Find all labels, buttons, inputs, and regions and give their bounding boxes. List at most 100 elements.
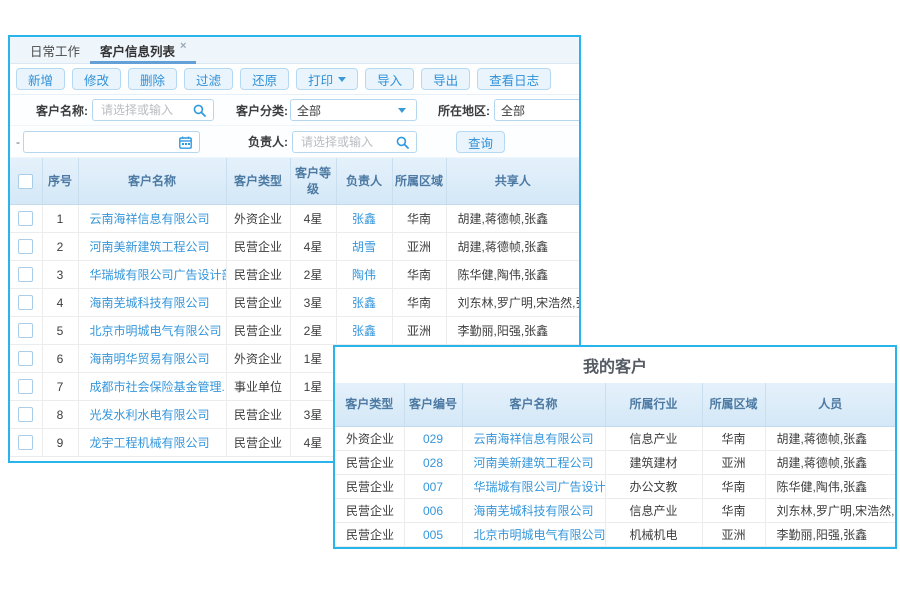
add-button[interactable]: 新增 [16,68,65,90]
cell-type: 外资企业 [335,427,404,451]
customer-code-link[interactable]: 029 [423,432,443,446]
edit-button[interactable]: 修改 [72,68,121,90]
owner-link[interactable]: 胡雪 [352,240,376,254]
cell-no: 3 [42,261,78,289]
customer-name-link[interactable]: 成都市社会保险基金管理... [90,380,227,394]
cell-region: 亚洲 [392,233,446,261]
customer-name-link[interactable]: 河南美新建筑工程公司 [474,456,594,470]
row-checkbox[interactable] [18,379,33,394]
cell-industry: 办公文教 [605,475,702,499]
my-customers-table: 客户类型 客户编号 客户名称 所属行业 所属区域 人员 外资企业 029 云南海… [335,383,895,547]
tab-daily-work[interactable]: 日常工作 [20,37,90,63]
owner-link[interactable]: 张鑫 [352,324,376,338]
customer-code-link[interactable]: 006 [423,504,443,518]
filter-row-2: - 负责人: 查询 [10,126,579,158]
header-customer-level: 客户等级 [290,158,336,205]
cell-region: 华南 [702,475,765,499]
query-button[interactable]: 查询 [456,131,505,153]
district-value: 全部 [501,102,579,119]
table-row: 2 河南美新建筑工程公司 民营企业 4星 胡雪 亚洲 胡建,蒋德帧,张鑫 [10,233,579,261]
restore-button[interactable]: 还原 [240,68,289,90]
cell-level: 3星 [290,401,336,429]
header-owner: 负责人 [336,158,392,205]
cell-no: 6 [42,345,78,373]
search-icon[interactable] [394,136,410,149]
cell-level: 4星 [290,429,336,457]
date-range-dash: - [16,126,20,157]
cell-level: 1星 [290,345,336,373]
cell-type: 民营企业 [226,429,290,457]
header-people: 人员 [765,383,895,427]
header-region: 所属区域 [702,383,765,427]
search-icon[interactable] [191,104,207,117]
table-row: 5 北京市明城电气有限公司 民营企业 2星 张鑫 亚洲 李勤丽,阳强,张鑫 [10,317,579,345]
row-checkbox[interactable] [18,211,33,226]
row-checkbox[interactable] [18,267,33,282]
header-checkbox-cell [10,158,42,205]
export-button[interactable]: 导出 [421,68,470,90]
cell-level: 4星 [290,233,336,261]
import-button[interactable]: 导入 [365,68,414,90]
owner-link[interactable]: 陶伟 [352,268,376,282]
tab-daily-work-label: 日常工作 [30,41,80,60]
date-input[interactable] [30,134,177,150]
filter-button[interactable]: 过滤 [184,68,233,90]
cell-shared: 胡建,蒋德帧,张鑫 [446,205,579,233]
customer-name-link[interactable]: 云南海祥信息有限公司 [474,432,594,446]
customer-name-link[interactable]: 云南海祥信息有限公司 [90,212,210,226]
tab-customer-list[interactable]: 客户信息列表 × [90,37,196,63]
table-row: 民营企业 007 华瑞城有限公司广告设计部 办公文教 华南 陈华健,陶伟,张鑫 [335,475,895,499]
customer-code-link[interactable]: 028 [423,456,443,470]
customer-code-link[interactable]: 005 [423,528,443,542]
delete-button[interactable]: 删除 [128,68,177,90]
cell-type: 民营企业 [335,451,404,475]
customer-category-select[interactable]: 全部 [290,99,417,121]
customer-name-input[interactable] [99,102,191,118]
cell-type: 民营企业 [335,523,404,547]
row-checkbox[interactable] [18,239,33,254]
district-label: 所在地区: [432,95,490,125]
owner-link[interactable]: 张鑫 [352,296,376,310]
cell-people: 胡建,蒋德帧,张鑫 [765,451,895,475]
customer-name-link[interactable]: 海南芜城科技有限公司 [90,296,210,310]
row-checkbox[interactable] [18,435,33,450]
row-checkbox[interactable] [18,407,33,422]
cell-shared: 刘东林,罗广明,宋浩然,张鑫 [446,289,579,317]
cell-no: 2 [42,233,78,261]
caret-down-icon [338,77,346,82]
close-icon[interactable]: × [180,40,186,52]
owner-link[interactable]: 张鑫 [352,212,376,226]
calendar-icon[interactable] [177,136,193,149]
table-row: 1 云南海祥信息有限公司 外资企业 4星 张鑫 华南 胡建,蒋德帧,张鑫 [10,205,579,233]
customer-name-link[interactable]: 河南美新建筑工程公司 [90,240,210,254]
district-select[interactable]: 全部 [494,99,579,121]
customer-name-link[interactable]: 华瑞城有限公司广告设计部 [474,480,606,494]
cell-no: 7 [42,373,78,401]
customer-name-link[interactable]: 龙宇工程机械有限公司 [90,436,210,450]
row-checkbox[interactable] [18,323,33,338]
print-button[interactable]: 打印 [296,68,358,90]
owner-field [292,131,417,153]
customer-name-link[interactable]: 光发水利水电有限公司 [90,408,210,422]
cell-type: 事业单位 [226,373,290,401]
customer-name-link[interactable]: 海南芜城科技有限公司 [474,504,594,518]
cell-level: 4星 [290,205,336,233]
customer-name-link[interactable]: 北京市明城电气有限公司 [90,324,222,338]
header-customer-code: 客户编号 [404,383,462,427]
cell-type: 外资企业 [226,205,290,233]
customer-code-link[interactable]: 007 [423,480,443,494]
owner-input[interactable] [299,134,394,150]
row-checkbox[interactable] [18,295,33,310]
customer-name-link[interactable]: 华瑞城有限公司广告设计部 [90,268,227,282]
select-all-checkbox[interactable] [18,174,33,189]
cell-no: 5 [42,317,78,345]
row-checkbox[interactable] [18,351,33,366]
customer-category-label: 客户分类: [224,95,288,125]
cell-level: 1星 [290,373,336,401]
caret-down-icon [394,108,410,113]
customer-name-link[interactable]: 海南明华贸易有限公司 [90,352,210,366]
customer-name-link[interactable]: 北京市明城电气有限公司 [474,528,606,542]
cell-type: 外资企业 [226,345,290,373]
view-log-button[interactable]: 查看日志 [477,68,551,90]
cell-region: 华南 [702,427,765,451]
